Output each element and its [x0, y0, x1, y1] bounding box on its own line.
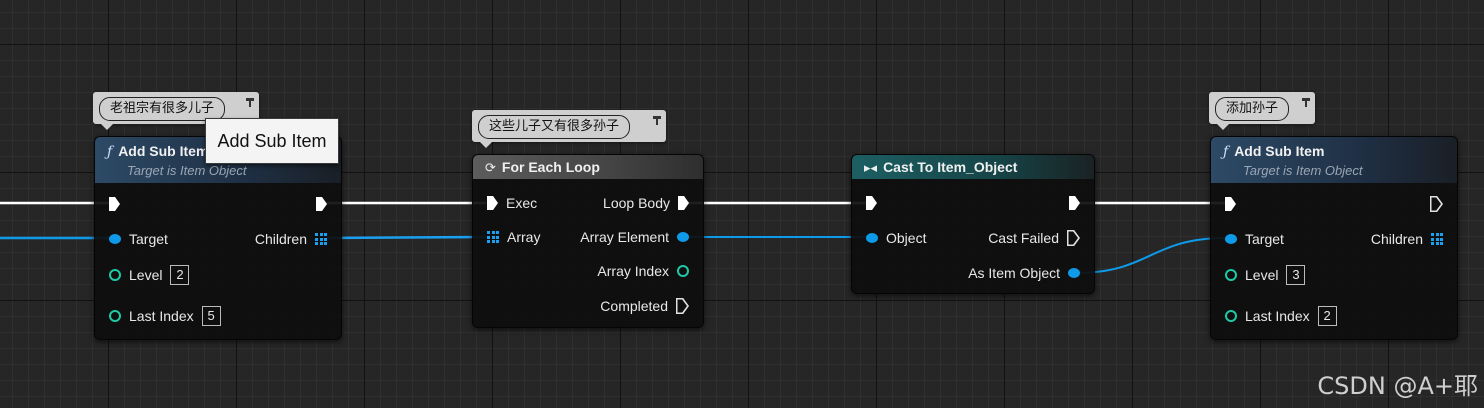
- loop-body-pin[interactable]: Loop Body: [603, 193, 689, 213]
- integer-pin-icon[interactable]: [677, 265, 689, 277]
- exec-in-icon[interactable]: [866, 196, 877, 210]
- exec-out-icon[interactable]: [316, 197, 327, 211]
- watermark: CSDN @A+耶: [1317, 372, 1478, 400]
- exec-out-hollow-icon[interactable]: [1430, 196, 1443, 212]
- node-subtitle: Target is Item Object: [1243, 163, 1363, 178]
- object-pin-icon[interactable]: [109, 234, 121, 244]
- function-icon: ƒ: [107, 144, 113, 160]
- array-element-pin[interactable]: Array Element: [580, 227, 689, 247]
- exec-out-hollow-icon[interactable]: [676, 298, 689, 314]
- object-pin[interactable]: Object: [866, 228, 926, 248]
- integer-pin-icon[interactable]: [109, 310, 121, 322]
- level-value-input[interactable]: 3: [1286, 265, 1306, 285]
- exec-out-pin[interactable]: [316, 194, 327, 214]
- pin-label: Last Index: [129, 308, 194, 324]
- object-pin-icon[interactable]: [1068, 268, 1080, 278]
- exec-in-icon[interactable]: [1225, 197, 1236, 211]
- target-pin[interactable]: Target: [1225, 229, 1284, 249]
- pin-label: Loop Body: [603, 195, 670, 211]
- exec-in-pin[interactable]: Exec: [487, 193, 537, 213]
- object-pin-icon[interactable]: [1225, 234, 1237, 244]
- object-wire-3-4: [1075, 237, 1227, 274]
- cast-to-item-object-node[interactable]: ▸◂ Cast To Item_Object Object Cast Failed…: [851, 154, 1095, 294]
- exec-out-pin[interactable]: [1430, 194, 1443, 214]
- node-subtitle: Target is Item Object: [127, 163, 247, 178]
- node-title: For Each Loop: [501, 159, 600, 175]
- level-pin[interactable]: Level 2: [109, 265, 190, 285]
- level-pin[interactable]: Level 3: [1225, 265, 1306, 285]
- node-title: Add Sub Item: [1234, 143, 1325, 159]
- cast-icon: ▸◂: [864, 160, 878, 175]
- node-tooltip: Add Sub Item: [205, 118, 339, 164]
- node-header[interactable]: ▸◂ Cast To Item_Object: [852, 155, 1094, 179]
- children-pin[interactable]: Children: [1371, 229, 1443, 249]
- for-each-loop-node[interactable]: ⟳ For Each Loop Exec Loop Body Array Arra…: [472, 154, 704, 328]
- as-item-object-pin[interactable]: As Item Object: [968, 263, 1080, 283]
- pin-icon[interactable]: [245, 96, 255, 112]
- exec-in-pin[interactable]: [1225, 194, 1236, 214]
- exec-in-pin[interactable]: [109, 194, 120, 214]
- array-pin-icon[interactable]: [1431, 233, 1443, 245]
- pin-label: Level: [1245, 267, 1279, 283]
- last-index-value-input[interactable]: 5: [201, 306, 221, 326]
- pin-label: Target: [129, 231, 168, 247]
- node-header[interactable]: ƒ Add Sub Item Target is Item Object: [1211, 137, 1457, 183]
- target-pin[interactable]: Target: [109, 229, 168, 249]
- array-wire-1-2: [324, 235, 487, 240]
- array-pin-icon[interactable]: [315, 233, 327, 245]
- cast-failed-pin[interactable]: Cast Failed: [988, 228, 1080, 248]
- integer-pin-icon[interactable]: [1225, 310, 1237, 322]
- pin-label: Target: [1245, 231, 1284, 247]
- node-header[interactable]: ⟳ For Each Loop: [473, 155, 703, 179]
- node-title: Add Sub Item: [118, 143, 209, 159]
- loop-icon: ⟳: [485, 160, 496, 175]
- last-index-pin[interactable]: Last Index 2: [1225, 306, 1337, 326]
- exec-in-icon[interactable]: [487, 196, 498, 210]
- array-pin-icon[interactable]: [487, 231, 499, 243]
- children-pin[interactable]: Children: [255, 229, 327, 249]
- pin-label: Array Index: [597, 263, 669, 279]
- pin-label: As Item Object: [968, 265, 1060, 281]
- add-sub-item-node-2[interactable]: ƒ Add Sub Item Target is Item Object Targ…: [1210, 136, 1458, 340]
- pin-label: Children: [1370, 231, 1423, 247]
- exec-out-hollow-icon[interactable]: [1067, 230, 1080, 246]
- pin-label: Children: [254, 231, 307, 247]
- pin-label: Level: [129, 267, 163, 283]
- comment-text: 这些儿子又有很多孙子: [478, 115, 631, 139]
- pin-label: Exec: [506, 195, 538, 211]
- exec-out-icon[interactable]: [678, 196, 689, 210]
- completed-pin[interactable]: Completed: [600, 296, 689, 316]
- pin-label: Cast Failed: [988, 230, 1059, 246]
- last-index-value-input[interactable]: 2: [1317, 306, 1337, 326]
- level-value-input[interactable]: 2: [170, 265, 190, 285]
- function-icon: ƒ: [1223, 144, 1229, 160]
- exec-in-icon[interactable]: [109, 197, 120, 211]
- integer-pin-icon[interactable]: [1225, 269, 1237, 281]
- pin-label: Last Index: [1245, 308, 1310, 324]
- array-pin[interactable]: Array: [487, 227, 540, 247]
- pin-icon[interactable]: [1301, 96, 1311, 112]
- exec-out-pin[interactable]: [1069, 193, 1080, 213]
- exec-in-pin[interactable]: [866, 193, 877, 213]
- node-title: Cast To Item_Object: [883, 159, 1018, 175]
- object-pin-icon[interactable]: [866, 233, 878, 243]
- pin-icon[interactable]: [652, 114, 662, 130]
- last-index-pin[interactable]: Last Index 5: [109, 306, 221, 326]
- pin-label: Array Element: [580, 229, 669, 245]
- pin-label: Array: [507, 229, 541, 245]
- pin-label: Object: [886, 230, 927, 246]
- pin-label: Completed: [600, 298, 668, 314]
- add-sub-item-node-1[interactable]: ƒ Add Sub Item Target is Item Object Targ…: [94, 136, 342, 340]
- integer-pin-icon[interactable]: [109, 269, 121, 281]
- comment-bubble-3[interactable]: 添加孙子: [1209, 92, 1315, 130]
- array-index-pin[interactable]: Array Index: [597, 261, 689, 281]
- object-pin-icon[interactable]: [677, 232, 689, 242]
- exec-out-icon[interactable]: [1069, 196, 1080, 210]
- comment-text: 添加孙子: [1215, 97, 1290, 121]
- comment-bubble-2[interactable]: 这些儿子又有很多孙子: [472, 110, 666, 148]
